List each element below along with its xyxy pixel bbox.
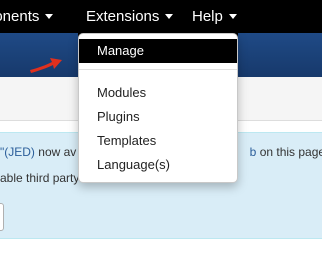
red-arrow-icon <box>30 58 62 73</box>
info-link-fragment[interactable]: b <box>250 145 257 159</box>
menu-divider <box>79 69 237 70</box>
menu-item-manage[interactable]: Manage <box>79 39 237 63</box>
top-navigation-bar: ponents Extensions Help <box>0 0 322 33</box>
partial-button[interactable] <box>0 203 4 231</box>
nav-extensions-menu[interactable]: Extensions <box>78 0 190 33</box>
menu-item-languages[interactable]: Language(s) <box>79 153 237 177</box>
extensions-dropdown-menu: Manage Modules Plugins Templates Languag… <box>78 33 238 183</box>
chevron-down-icon <box>228 13 237 19</box>
menu-item-templates[interactable]: Templates <box>79 129 237 153</box>
nav-help-label: Help <box>192 8 223 25</box>
jed-link-fragment[interactable]: "(JED) <box>0 145 35 159</box>
chevron-down-icon <box>45 13 54 19</box>
nav-help-menu[interactable]: Help <box>192 0 237 33</box>
chevron-down-icon <box>165 13 174 19</box>
info-text-fragment: now av <box>38 145 77 159</box>
menu-item-plugins[interactable]: Plugins <box>79 105 237 129</box>
nav-components-label: ponents <box>0 8 40 25</box>
menu-item-modules[interactable]: Modules <box>79 81 237 105</box>
info-text-fragment-2: on this page. <box>259 145 322 159</box>
nav-extensions-label: Extensions <box>86 8 160 25</box>
nav-components-menu[interactable]: ponents <box>0 0 54 33</box>
